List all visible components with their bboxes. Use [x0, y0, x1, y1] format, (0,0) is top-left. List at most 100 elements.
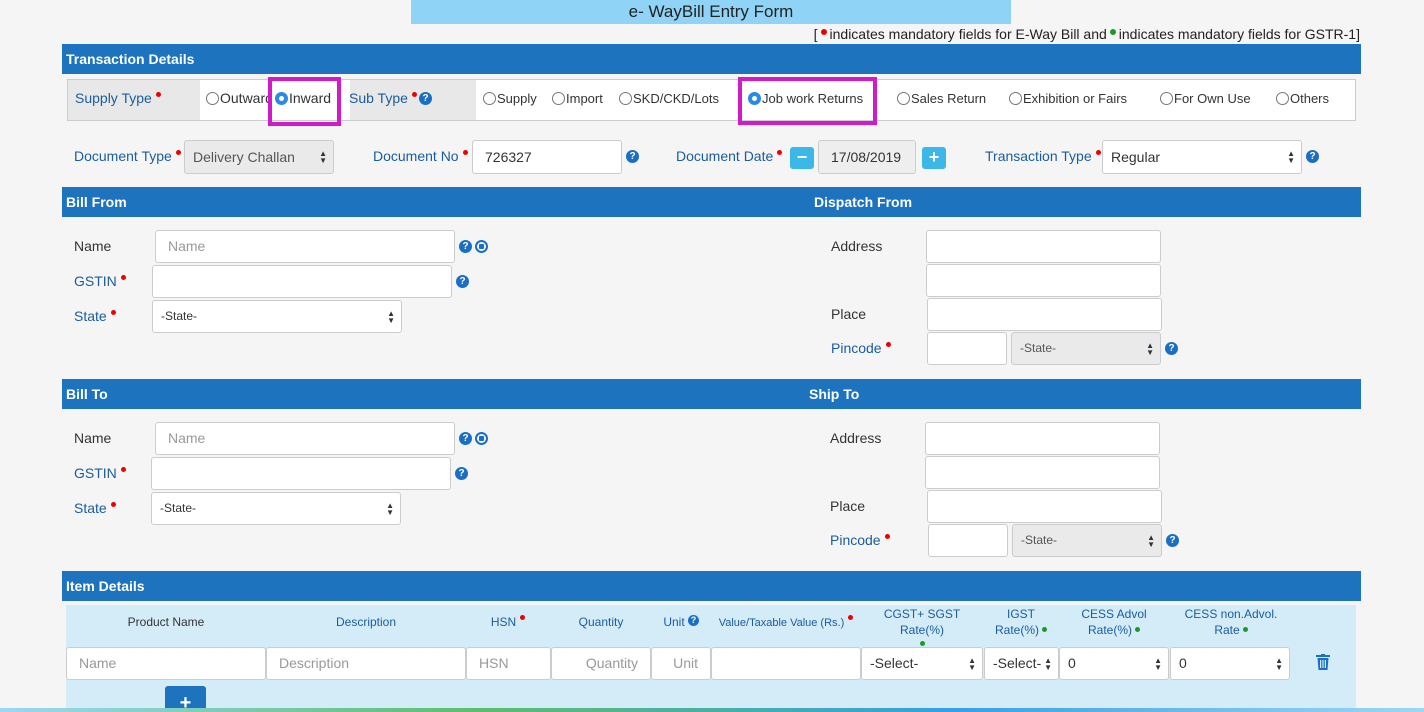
updown-arrow-icon: ▲ ▼ — [1147, 533, 1155, 549]
dispatch-address-label: Address — [831, 238, 883, 254]
supply-inward-label[interactable]: Inward — [289, 90, 331, 106]
subtype-supply-label[interactable]: Supply — [497, 91, 537, 106]
ship-address-input-2[interactable] — [925, 456, 1160, 489]
help-icon[interactable]: ? — [455, 467, 468, 480]
dispatch-pincode-label: Pincode — [831, 340, 891, 356]
help-icon[interactable]: ? — [1306, 150, 1319, 163]
col-igst: IGST Rate(%) — [983, 606, 1059, 638]
subtype-exhibition-radio[interactable] — [1009, 92, 1022, 105]
subtype-own-use-label[interactable]: For Own Use — [1174, 91, 1251, 106]
subtype-sales-return-label[interactable]: Sales Return — [911, 91, 986, 106]
subtype-skd-label[interactable]: SKD/CKD/Lots — [633, 91, 719, 106]
ship-address-input-1[interactable] — [925, 422, 1160, 455]
col-taxable-value: Value/Taxable Value (Rs.) — [711, 615, 861, 631]
clear-icon[interactable] — [475, 432, 488, 445]
clear-icon[interactable] — [475, 240, 488, 253]
ship-to-heading: Ship To — [809, 386, 860, 402]
subtype-import-label[interactable]: Import — [566, 91, 603, 106]
supply-outward-label[interactable]: Outward — [220, 90, 273, 106]
green-dot-icon — [919, 641, 925, 646]
hsn-input[interactable]: HSN — [466, 647, 551, 680]
bill-from-gstin-input[interactable] — [152, 265, 452, 298]
date-decrement-button[interactable]: − — [790, 147, 814, 169]
updown-arrow-icon: ▲ ▼ — [968, 656, 976, 672]
dispatch-pincode-input[interactable] — [927, 332, 1007, 365]
page-title: e- WayBill Entry Form — [411, 0, 1011, 24]
dispatch-address-input-2[interactable] — [926, 264, 1161, 297]
subtype-skd-radio[interactable] — [619, 92, 632, 105]
subtype-jobwork-radio[interactable] — [748, 92, 761, 105]
dispatch-place-label: Place — [831, 306, 867, 322]
bill-to-state-label: State — [74, 500, 116, 516]
date-increment-button[interactable]: + — [922, 147, 946, 169]
dispatch-address-input-1[interactable] — [926, 230, 1161, 263]
subtype-import-radio[interactable] — [552, 92, 565, 105]
bill-from-state-label: State — [74, 308, 116, 324]
document-type-label: Document Type — [74, 148, 181, 164]
help-icon[interactable]: ? — [456, 275, 469, 288]
cess-advol-select[interactable]: 0 ▲ ▼ — [1059, 647, 1169, 680]
bill-to-gstin-label: GSTIN — [74, 465, 126, 481]
updown-arrow-icon: ▲ ▼ — [386, 501, 394, 517]
subtype-jobwork-label[interactable]: Job work Returns — [762, 91, 863, 106]
bill-to-state-select[interactable]: -State- ▲ ▼ — [151, 492, 401, 525]
dispatch-state-select[interactable]: -State- ▲ ▼ — [1011, 332, 1161, 365]
subtype-exhibition-label[interactable]: Exhibition or Fairs — [1023, 91, 1127, 106]
trash-icon[interactable] — [1316, 654, 1330, 670]
subtype-others-label[interactable]: Others — [1290, 91, 1329, 106]
dispatch-from-heading: Dispatch From — [814, 194, 913, 210]
col-hsn: HSN — [466, 614, 550, 630]
bill-to-gstin-input[interactable] — [151, 457, 451, 490]
subtype-others-radio[interactable] — [1276, 92, 1289, 105]
subtype-sales-return-radio[interactable] — [897, 92, 910, 105]
bill-to-name-label: Name — [74, 430, 112, 446]
description-input[interactable]: Description — [266, 647, 466, 680]
col-cess-non-advol: CESS non.Advol. Rate — [1184, 607, 1278, 637]
bill-from-header: Bill From Dispatch From — [62, 187, 1361, 217]
subtype-supply-radio[interactable] — [483, 92, 496, 105]
help-icon[interactable]: ? — [1165, 342, 1178, 355]
taxable-value-input[interactable] — [711, 647, 861, 680]
product-name-input[interactable]: Name — [66, 647, 266, 680]
bill-from-gstin-label: GSTIN — [74, 273, 126, 289]
document-no-input[interactable]: 726327 — [472, 140, 622, 174]
ship-state-select[interactable]: -State- ▲ ▼ — [1012, 524, 1162, 557]
supply-type-label: Supply Type — [75, 90, 161, 106]
help-icon[interactable]: ? — [459, 240, 472, 253]
bill-from-state-select[interactable]: -State- ▲ ▼ — [152, 300, 402, 333]
cess-non-advol-select[interactable]: 0 ▲ ▼ — [1170, 647, 1290, 680]
updown-arrow-icon: ▲ ▼ — [1146, 341, 1154, 357]
supply-inward-radio[interactable] — [275, 92, 288, 105]
ship-address-label: Address — [830, 430, 882, 446]
help-icon[interactable]: ? — [688, 615, 699, 626]
help-icon[interactable]: ? — [459, 432, 472, 445]
red-dot-icon — [820, 29, 827, 35]
bill-to-name-input[interactable]: Name — [155, 422, 455, 455]
col-quantity: Quantity — [578, 615, 624, 629]
help-icon[interactable]: ? — [626, 150, 639, 163]
green-dot-icon — [1109, 29, 1116, 35]
unit-input[interactable]: Unit — [651, 647, 711, 680]
bottom-strip — [0, 708, 1424, 712]
transaction-type-select[interactable]: Regular ▲ ▼ — [1102, 140, 1302, 174]
document-date-input[interactable]: 17/08/2019 — [818, 140, 916, 174]
supply-outward-radio[interactable] — [206, 92, 219, 105]
help-icon[interactable]: ? — [419, 92, 432, 105]
transaction-type-label: Transaction Type — [985, 148, 1101, 164]
quantity-input[interactable]: Quantity — [551, 647, 651, 680]
updown-arrow-icon: ▲ ▼ — [319, 149, 327, 165]
updown-arrow-icon: ▲ ▼ — [1154, 656, 1162, 672]
help-icon[interactable]: ? — [1166, 534, 1179, 547]
ship-pincode-input[interactable] — [928, 524, 1008, 557]
subtype-own-use-radio[interactable] — [1160, 92, 1173, 105]
igst-select[interactable]: -Select- ▲ ▼ — [984, 647, 1059, 680]
updown-arrow-icon: ▲ ▼ — [387, 309, 395, 325]
transaction-details-header: Transaction Details — [62, 44, 1361, 74]
bill-from-name-input[interactable]: Name — [155, 230, 455, 263]
ship-place-input[interactable] — [927, 490, 1162, 523]
cgst-sgst-select[interactable]: -Select- ▲ ▼ — [861, 647, 983, 680]
dispatch-place-input[interactable] — [927, 298, 1162, 331]
document-type-select[interactable]: Delivery Challan ▲ ▼ — [184, 140, 334, 174]
item-details-header: Item Details — [62, 571, 1361, 601]
col-cess-advol: CESS Advol Rate(%) — [1081, 607, 1147, 637]
